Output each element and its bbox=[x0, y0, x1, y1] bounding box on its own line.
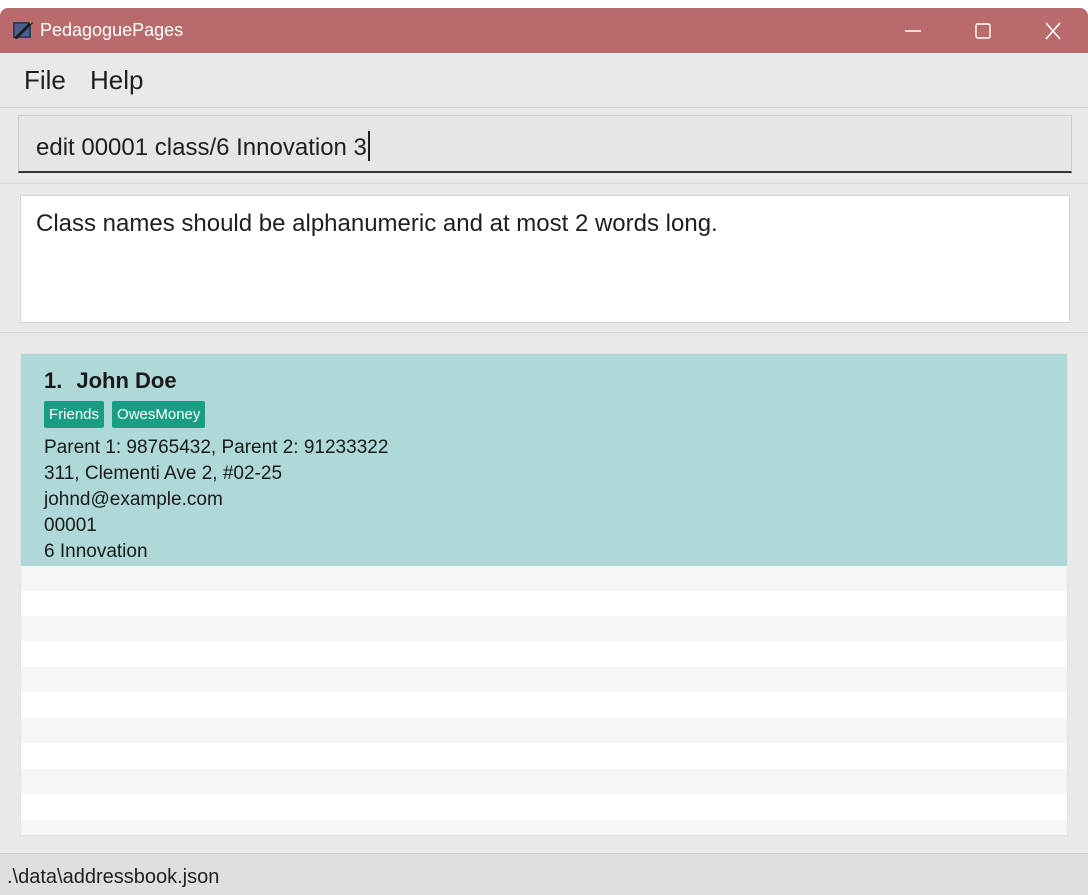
tag-friends: Friends bbox=[44, 401, 105, 428]
menu-help[interactable]: Help bbox=[90, 65, 143, 96]
person-name-text: John Doe bbox=[76, 368, 177, 393]
window-title: PedagoguePages bbox=[40, 20, 184, 40]
title-bar[interactable]: PedagoguePages bbox=[0, 8, 1088, 53]
empty-list-row bbox=[21, 616, 1067, 641]
empty-list-row bbox=[21, 566, 1067, 591]
person-phones: Parent 1: 98765432, Parent 2: 91233322 bbox=[44, 437, 389, 458]
person-index: 1. bbox=[44, 368, 63, 393]
empty-list-row bbox=[21, 693, 1067, 718]
menu-file[interactable]: File bbox=[24, 65, 66, 96]
empty-list-row bbox=[21, 795, 1067, 820]
command-input-text: edit 00001 class/6 Innovation 3 bbox=[36, 131, 370, 162]
divider bbox=[0, 332, 1088, 333]
person-list[interactable]: 1. John Doe Friends OwesMoney Parent 1: 98… bbox=[20, 353, 1068, 836]
empty-list-row bbox=[21, 769, 1067, 794]
tag-list: Friends OwesMoney bbox=[44, 401, 213, 428]
tag-owesmoney: OwesMoney bbox=[112, 401, 206, 428]
empty-list-row bbox=[21, 591, 1067, 616]
close-icon bbox=[1045, 22, 1061, 40]
divider bbox=[0, 183, 1088, 184]
app-window: PedagoguePages File Help edit 00001 clas… bbox=[0, 8, 1088, 895]
empty-list-row bbox=[21, 820, 1067, 835]
person-card[interactable]: 1. John Doe Friends OwesMoney Parent 1: 98… bbox=[21, 354, 1067, 566]
status-bar: .\data\addressbook.json bbox=[0, 853, 1088, 895]
person-class: 6 Innovation bbox=[44, 541, 148, 562]
result-message: Class names should be alphanumeric and a… bbox=[36, 210, 718, 237]
person-name: 1. John Doe bbox=[44, 368, 177, 394]
person-email: johnd@example.com bbox=[44, 489, 223, 510]
close-button[interactable] bbox=[1018, 8, 1088, 53]
minimize-icon bbox=[905, 30, 921, 32]
person-address: 311, Clementi Ave 2, #02-25 bbox=[44, 463, 283, 484]
empty-list-row bbox=[21, 667, 1067, 692]
empty-list-row bbox=[21, 744, 1067, 769]
command-input[interactable]: edit 00001 class/6 Innovation 3 bbox=[18, 115, 1072, 173]
maximize-icon bbox=[975, 23, 991, 39]
minimize-button[interactable] bbox=[878, 8, 948, 53]
maximize-button[interactable] bbox=[948, 8, 1018, 53]
save-location: .\data\addressbook.json bbox=[7, 866, 220, 888]
text-caret bbox=[367, 131, 370, 161]
empty-list-row bbox=[21, 718, 1067, 743]
person-id: 00001 bbox=[44, 515, 97, 536]
menu-bar: File Help bbox=[0, 53, 1088, 108]
result-display[interactable]: Class names should be alphanumeric and a… bbox=[20, 195, 1070, 323]
app-icon bbox=[13, 21, 33, 39]
empty-list-row bbox=[21, 642, 1067, 667]
